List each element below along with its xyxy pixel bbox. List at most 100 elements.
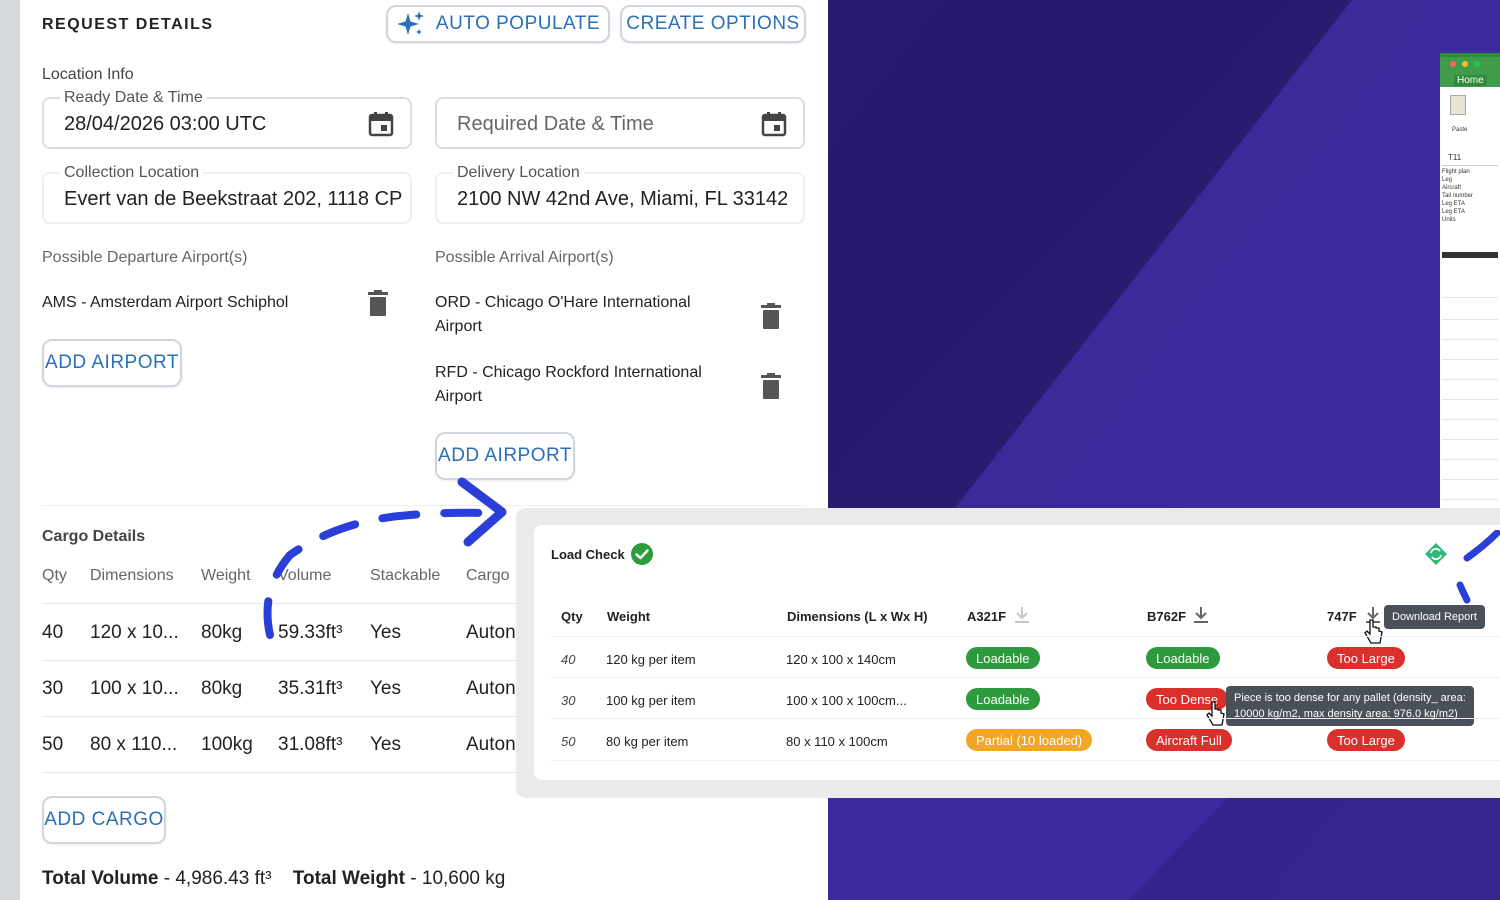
total-weight-label: Total Weight [292, 868, 405, 889]
cargo-details-title: Cargo Details [42, 528, 146, 545]
download-report-tooltip: Download Report [1384, 605, 1485, 629]
arrow-annotation-tail [1456, 530, 1500, 604]
request-details-title: REQUEST DETAILS [42, 16, 214, 33]
cargo-type: Auton [466, 734, 516, 755]
sheet-tab-home[interactable]: Home [1454, 75, 1487, 86]
collection-location-value: Evert van de Beekstraat 202, 1118 CP [64, 188, 403, 210]
sheet-row [1442, 359, 1498, 360]
window-minimize-dot[interactable] [1462, 61, 1468, 67]
sheet-row-label: Tail number [1442, 193, 1474, 199]
location-info-label: Location Info [42, 66, 134, 83]
spreadsheet-titlebar: Home [1440, 57, 1500, 87]
ready-date-label: Ready Date & Time [60, 89, 207, 107]
too-dense-tooltip: Piece is too dense for any pallet (densi… [1226, 686, 1474, 726]
sheet-row-label: Flight plan [1442, 169, 1470, 175]
row-divider [551, 718, 1500, 719]
collection-location-label: Collection Location [60, 164, 204, 182]
auto-populate-button[interactable]: AUTO POPULATE [386, 5, 610, 43]
lc-header-747f: 747F [1327, 609, 1357, 624]
collection-location-field[interactable]: Collection Location Evert van de Beekstr… [42, 164, 412, 224]
calendar-icon[interactable] [761, 111, 787, 137]
cargo-qty: 50 [42, 734, 64, 755]
add-airport-label: ADD AIRPORT [45, 352, 179, 373]
download-icon[interactable] [1013, 605, 1031, 625]
cargo-dimensions: 120 x 10... [90, 622, 179, 643]
delivery-location-field[interactable]: Delivery Location 2100 NW 42nd Ave, Miam… [435, 164, 805, 224]
sheet-row [1442, 399, 1498, 400]
sheet-row [1442, 379, 1498, 380]
status-badge-loadable: Loadable [966, 647, 1040, 669]
cargo-qty: 40 [42, 622, 64, 643]
cargo-header-weight: Weight [201, 567, 251, 584]
cargo-dimensions: 80 x 110... [90, 734, 178, 755]
sheet-row [1442, 339, 1498, 340]
dashed-arrow-annotation [263, 477, 507, 639]
window-close-dot[interactable] [1450, 61, 1456, 67]
status-badge-loadable: Loadable [1146, 647, 1220, 669]
totals-line: Total Volume - 4,986.43 ft³ Total Weight… [42, 868, 505, 890]
row-divider [42, 772, 542, 773]
row-divider [42, 660, 542, 661]
create-options-button[interactable]: CREATE OPTIONS [620, 5, 806, 43]
refresh-icon[interactable] [1424, 542, 1448, 566]
total-volume-value: - 4,986.43 ft³ [163, 868, 272, 889]
check-circle-icon [631, 543, 653, 565]
total-weight-value: - 10,600 kg [410, 868, 506, 889]
add-cargo-button[interactable]: ADD CARGO [42, 796, 166, 844]
sheet-row [1442, 319, 1498, 320]
sparkle-icon [396, 11, 424, 35]
cargo-header-dimensions: Dimensions [90, 567, 174, 584]
sheet-row [1442, 297, 1498, 298]
window-zoom-dot[interactable] [1474, 61, 1480, 67]
sheet-row [1442, 459, 1498, 460]
status-badge-loadable: Loadable [966, 688, 1040, 710]
total-volume-label: Total Volume [42, 868, 159, 889]
departure-airport-item: AMS - Amsterdam Airport Schiphol [42, 294, 289, 311]
calendar-icon[interactable] [368, 111, 394, 137]
sheet-row [1442, 419, 1498, 420]
cargo-type: Auton [466, 678, 516, 699]
background-left [0, 0, 20, 900]
create-options-label: CREATE OPTIONS [626, 13, 800, 34]
add-airport-label: ADD AIRPORT [438, 445, 572, 466]
ready-date-field[interactable]: Ready Date & Time 28/04/2026 03:00 UTC [42, 89, 412, 149]
cursor-icon [1364, 619, 1383, 644]
required-date-field[interactable]: Required Date & Time [435, 97, 805, 149]
trash-icon[interactable] [368, 290, 388, 316]
lc-header-a321f: A321F [967, 609, 1007, 624]
lc-header-b762f: B762F [1147, 609, 1187, 624]
sheet-row [1442, 499, 1498, 500]
lc-weight: 80 kg per item [606, 734, 689, 749]
sheet-row [1442, 479, 1498, 480]
lc-weight: 100 kg per item [606, 693, 696, 708]
row-divider [551, 677, 1500, 678]
sheet-row-label: Leg ETA [1442, 201, 1465, 207]
lc-header-qty: Qty [561, 609, 583, 624]
paste-icon[interactable] [1450, 95, 1466, 115]
cargo-weight: 80kg [201, 622, 243, 643]
trash-icon[interactable] [761, 303, 781, 329]
cargo-stackable: Yes [370, 734, 401, 755]
load-check-title: Load Check [551, 547, 625, 562]
lc-header-dimensions: Dimensions (L x Wx H) [787, 609, 928, 624]
ready-date-value: 28/04/2026 03:00 UTC [64, 113, 267, 135]
cargo-header-qty: Qty [42, 567, 67, 584]
trash-icon[interactable] [761, 373, 781, 399]
download-icon[interactable] [1192, 605, 1210, 625]
arrival-airport-name: RFD - Chicago Rockford International [435, 364, 702, 381]
add-cargo-label: ADD CARGO [44, 809, 164, 830]
spreadsheet-window[interactable]: Home Paste T11 Flight plan Leg Aircraft … [1440, 53, 1500, 508]
cursor-icon [1206, 701, 1225, 726]
lc-dimensions: 80 x 110 x 100cm [786, 734, 888, 749]
cargo-stackable: Yes [370, 678, 401, 699]
lc-dimensions: 100 x 100 x 100cm... [786, 693, 907, 708]
status-badge-aircraft-full: Aircraft Full [1146, 729, 1232, 751]
lc-qty: 50 [561, 734, 576, 749]
add-departure-airport-button[interactable]: ADD AIRPORT [42, 339, 182, 387]
cargo-dimensions: 100 x 10... [90, 678, 179, 699]
arrival-airport-item: RFD - Chicago Rockford International Air… [435, 361, 702, 409]
arrival-airport-name: ORD - Chicago O'Hare International [435, 294, 691, 311]
lc-weight: 120 kg per item [606, 652, 696, 667]
delivery-location-label: Delivery Location [453, 164, 584, 182]
arrival-airport-name-cont: Airport [435, 388, 483, 405]
